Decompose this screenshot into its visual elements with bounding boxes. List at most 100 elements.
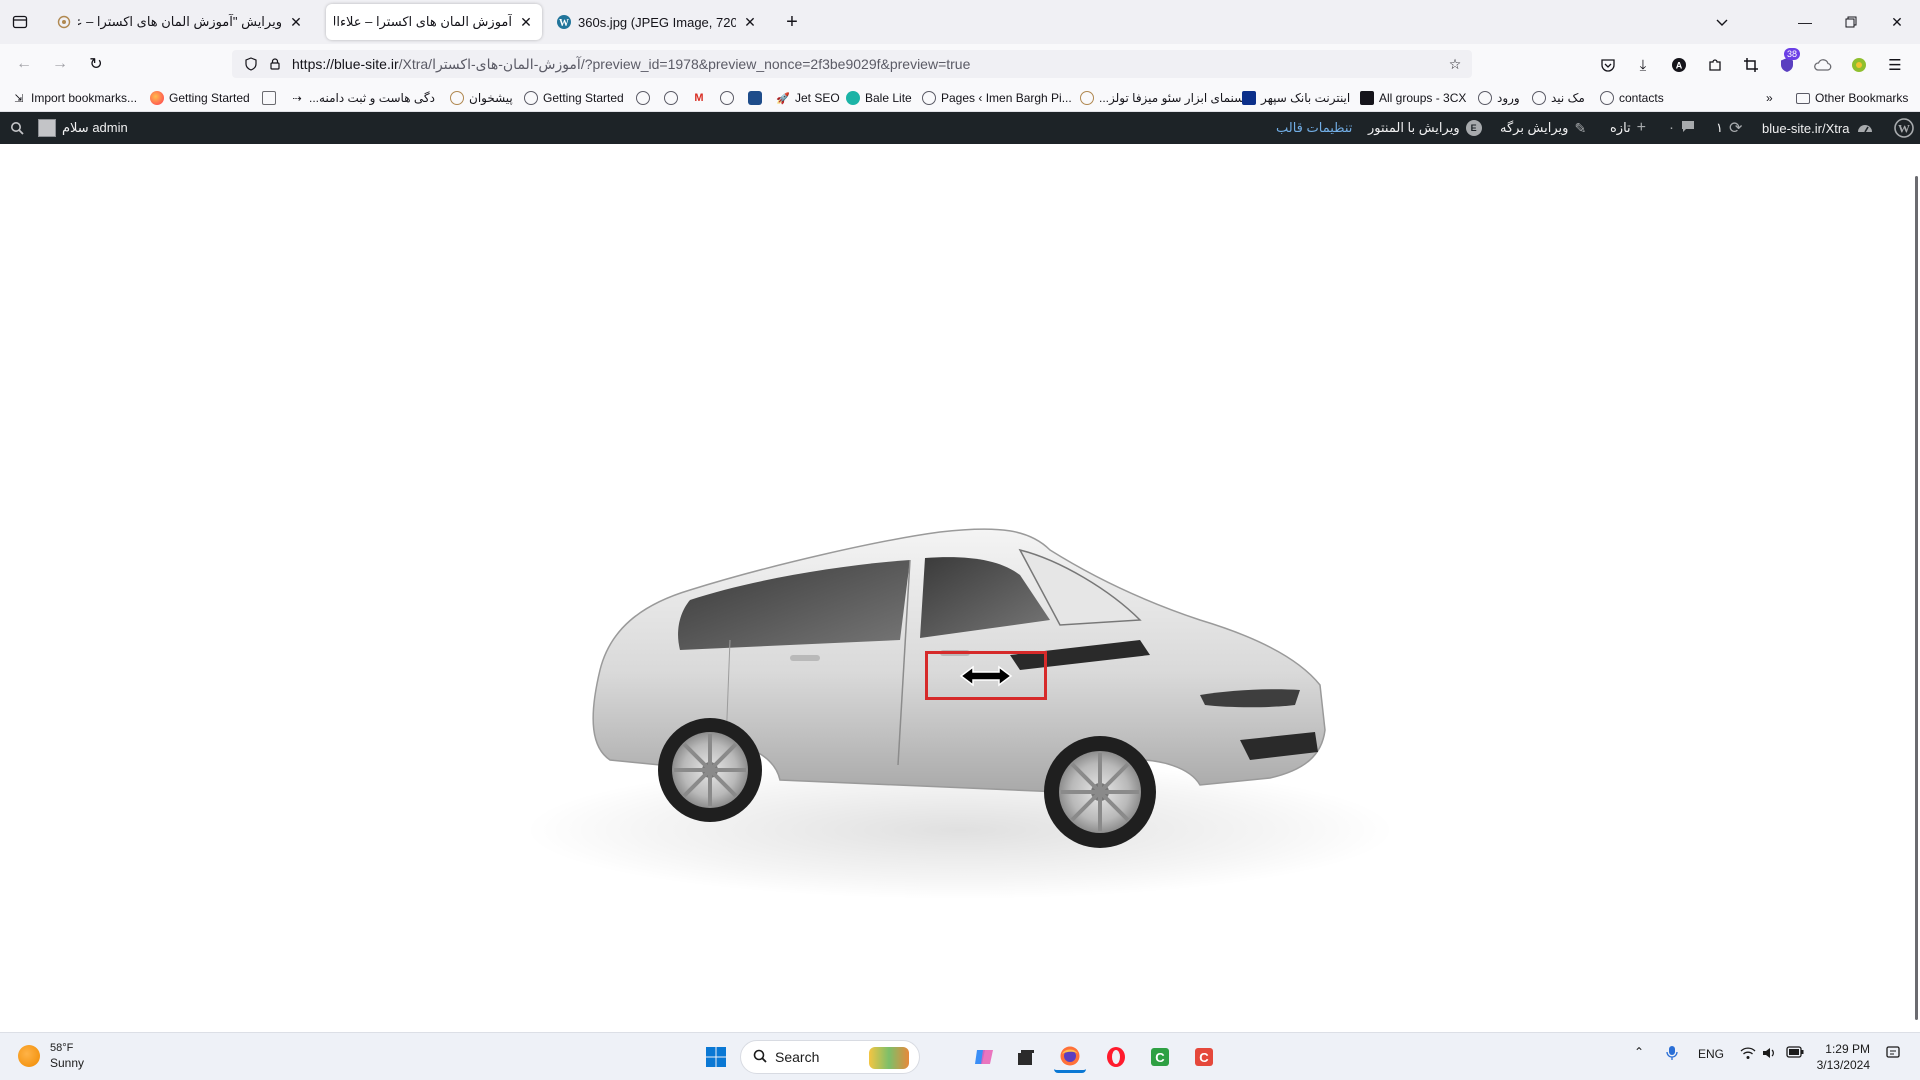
url-bar[interactable]: https://blue-site.ir/Xtra/آموزش-المان-ها… (232, 50, 1472, 78)
download-icon[interactable]: ⤓ (1632, 54, 1654, 76)
wp-admin-bar: سلام admin تنظیمات قالب ویرایش با المنتو… (0, 112, 1920, 144)
bookmark-jet-seo[interactable]: 🚀 Jet SEO (776, 88, 840, 108)
bookmark-contacts[interactable]: contacts (1600, 88, 1664, 108)
bookmark-getting-started-2[interactable]: Getting Started (524, 88, 624, 108)
drag-rotate-hotspot[interactable] (925, 651, 1047, 700)
horizontal-resize-cursor-icon (959, 665, 1013, 686)
bookmark-label: مک نید (1551, 91, 1585, 105)
bookmark-label: پیشخوان (469, 91, 513, 105)
tab-favicon-icon (56, 14, 72, 30)
edit-with-elementor[interactable]: ویرایش با المنتور E (1368, 112, 1482, 144)
extensions-puzzle-icon[interactable] (1704, 54, 1726, 76)
bookmarks-toolbar: ⇲ Import bookmarks... Getting Started ⇢..… (0, 84, 1920, 112)
bookmark-star-icon[interactable]: ☆ (1446, 55, 1464, 73)
bookmark-3cx[interactable]: All groups - 3CX (1360, 88, 1466, 108)
shield-extension-icon[interactable]: 38 (1776, 48, 1801, 76)
cloud-icon[interactable] (1812, 54, 1834, 76)
bookmark-import[interactable]: ⇲ Import bookmarks... (12, 88, 137, 108)
firefox-taskbar-icon[interactable] (1054, 1041, 1086, 1073)
shield-icon[interactable] (242, 55, 260, 73)
restore-icon[interactable] (1828, 0, 1874, 44)
firefox-view-icon[interactable] (6, 8, 34, 36)
new-tab-button[interactable]: + (778, 8, 806, 36)
crop-icon[interactable] (1740, 54, 1762, 76)
site-name[interactable]: blue-site.ir/Xtra (1762, 112, 1873, 144)
camtasia-green-icon[interactable]: C (1144, 1041, 1176, 1073)
task-view-icon[interactable] (1010, 1041, 1042, 1073)
rocket-icon: 🚀 (776, 92, 790, 105)
lock-icon[interactable] (266, 55, 284, 73)
new-content[interactable]: تازه + (1610, 112, 1646, 144)
back-arrow-icon[interactable]: ← (10, 50, 38, 78)
list-tabs-icon[interactable] (1708, 8, 1736, 36)
start-windows-icon[interactable] (700, 1041, 732, 1073)
microphone-icon[interactable] (1666, 1045, 1678, 1064)
page-scrollbar[interactable] (1915, 176, 1918, 1020)
bookmark-pages[interactable]: Pages ‹ Imen Bargh Pi... (922, 88, 1072, 108)
firefox-icon (150, 91, 164, 105)
wordpress-logo-icon[interactable]: W (1894, 112, 1914, 144)
bookmark-seo-tools[interactable]: ...سنمای ابزار سئو میزفا تولز (1080, 88, 1244, 108)
bookmark-gmail[interactable]: M (692, 88, 711, 108)
account-icon[interactable]: A (1668, 54, 1690, 76)
minimize-icon[interactable]: — (1782, 0, 1828, 44)
bookmark-bale-lite[interactable]: Bale Lite (846, 88, 912, 108)
bookmark-hosting[interactable]: ⇢ ...دگی هاست و ثبت دامنه (290, 88, 435, 108)
theme-settings-link[interactable]: تنظیمات قالب (1276, 112, 1352, 144)
volume-icon[interactable] (1762, 1046, 1778, 1063)
updates[interactable]: ۱ ⟳ (1716, 112, 1742, 144)
bookmark-login[interactable]: ورود (1478, 88, 1520, 108)
more-bookmarks-icon[interactable]: » (1766, 88, 1773, 108)
close-tab-icon[interactable]: ✕ (742, 14, 758, 31)
bookmark-globe-2[interactable] (664, 88, 683, 108)
close-window-icon[interactable]: ✕ (1874, 0, 1920, 44)
folder-icon (1796, 92, 1810, 104)
globe-icon (664, 91, 678, 105)
elementor-icon: E (1465, 120, 1482, 136)
comments[interactable]: ۰ (1668, 112, 1695, 144)
translate-extension-icon[interactable] (1848, 54, 1870, 76)
bookmark-label: Import bookmarks... (31, 91, 138, 105)
avatar (38, 119, 56, 137)
comments-count: ۰ (1668, 120, 1675, 135)
notification-icon[interactable] (1886, 1046, 1900, 1063)
close-tab-icon[interactable]: ✕ (288, 14, 304, 31)
pocket-icon[interactable] (1597, 54, 1619, 76)
bookmark-mac-need[interactable]: مک نید (1532, 88, 1585, 108)
copilot-icon[interactable] (968, 1041, 1000, 1073)
reload-icon[interactable]: ↻ (82, 50, 110, 78)
svg-text:W: W (1898, 122, 1910, 136)
menu-hamburger-icon[interactable]: ☰ (1884, 54, 1906, 76)
camtasia-red-icon[interactable]: C (1188, 1041, 1220, 1073)
forward-arrow-icon[interactable]: → (46, 50, 74, 78)
bookmark-label: All groups - 3CX (1379, 91, 1467, 105)
bookmark-label: Getting Started (543, 91, 624, 105)
tab-edit-page[interactable]: ویرایش "آموزش المان های اکسترا – علا ✕ (48, 4, 312, 40)
bookmark-globe-1[interactable] (636, 88, 655, 108)
other-bookmarks[interactable]: Other Bookmarks (1796, 88, 1908, 108)
edit-page-link[interactable]: ویرایش برگه ✎ (1500, 112, 1586, 144)
clock-date: 3/13/2024 (1816, 1058, 1870, 1072)
my-account[interactable]: سلام admin (38, 112, 128, 144)
tab-title: 360s.jpg (JPEG Image, 7200 × 60 (578, 14, 736, 30)
taskbar-search[interactable]: Search (740, 1040, 920, 1074)
bookmark-getting-started[interactable]: Getting Started (150, 88, 250, 108)
opera-icon[interactable] (1100, 1041, 1132, 1073)
show-hidden-icons-icon[interactable]: ⌃ (1634, 1045, 1644, 1059)
close-tab-icon[interactable]: ✕ (518, 14, 534, 31)
system-clock[interactable]: 1:29 PM 3/13/2024 (1790, 1041, 1870, 1073)
bookmark-sepah-bank[interactable]: اینترنت بانک سپهر (1242, 88, 1350, 108)
tab-preview-page[interactable]: آموزش المان های اکسترا – علاءالدین ✕ (326, 4, 542, 40)
bookmark-box[interactable] (748, 88, 767, 108)
tab-image[interactable]: W 360s.jpg (JPEG Image, 7200 × 60 ✕ (548, 4, 766, 40)
weather-widget[interactable]: 58°F Sunny (18, 1041, 84, 1071)
language-indicator[interactable]: ENG (1698, 1047, 1724, 1061)
bookmark-calendar[interactable] (262, 88, 281, 108)
wifi-icon[interactable] (1740, 1046, 1756, 1063)
gear-icon (450, 91, 464, 105)
bookmark-globe-3[interactable] (720, 88, 739, 108)
tab-strip: ویرایش "آموزش المان های اکسترا – علا ✕ آ… (0, 0, 1920, 44)
bookmark-dashboard[interactable]: پیشخوان (450, 88, 513, 108)
search-icon[interactable] (10, 112, 24, 144)
globe-icon (1532, 91, 1546, 105)
